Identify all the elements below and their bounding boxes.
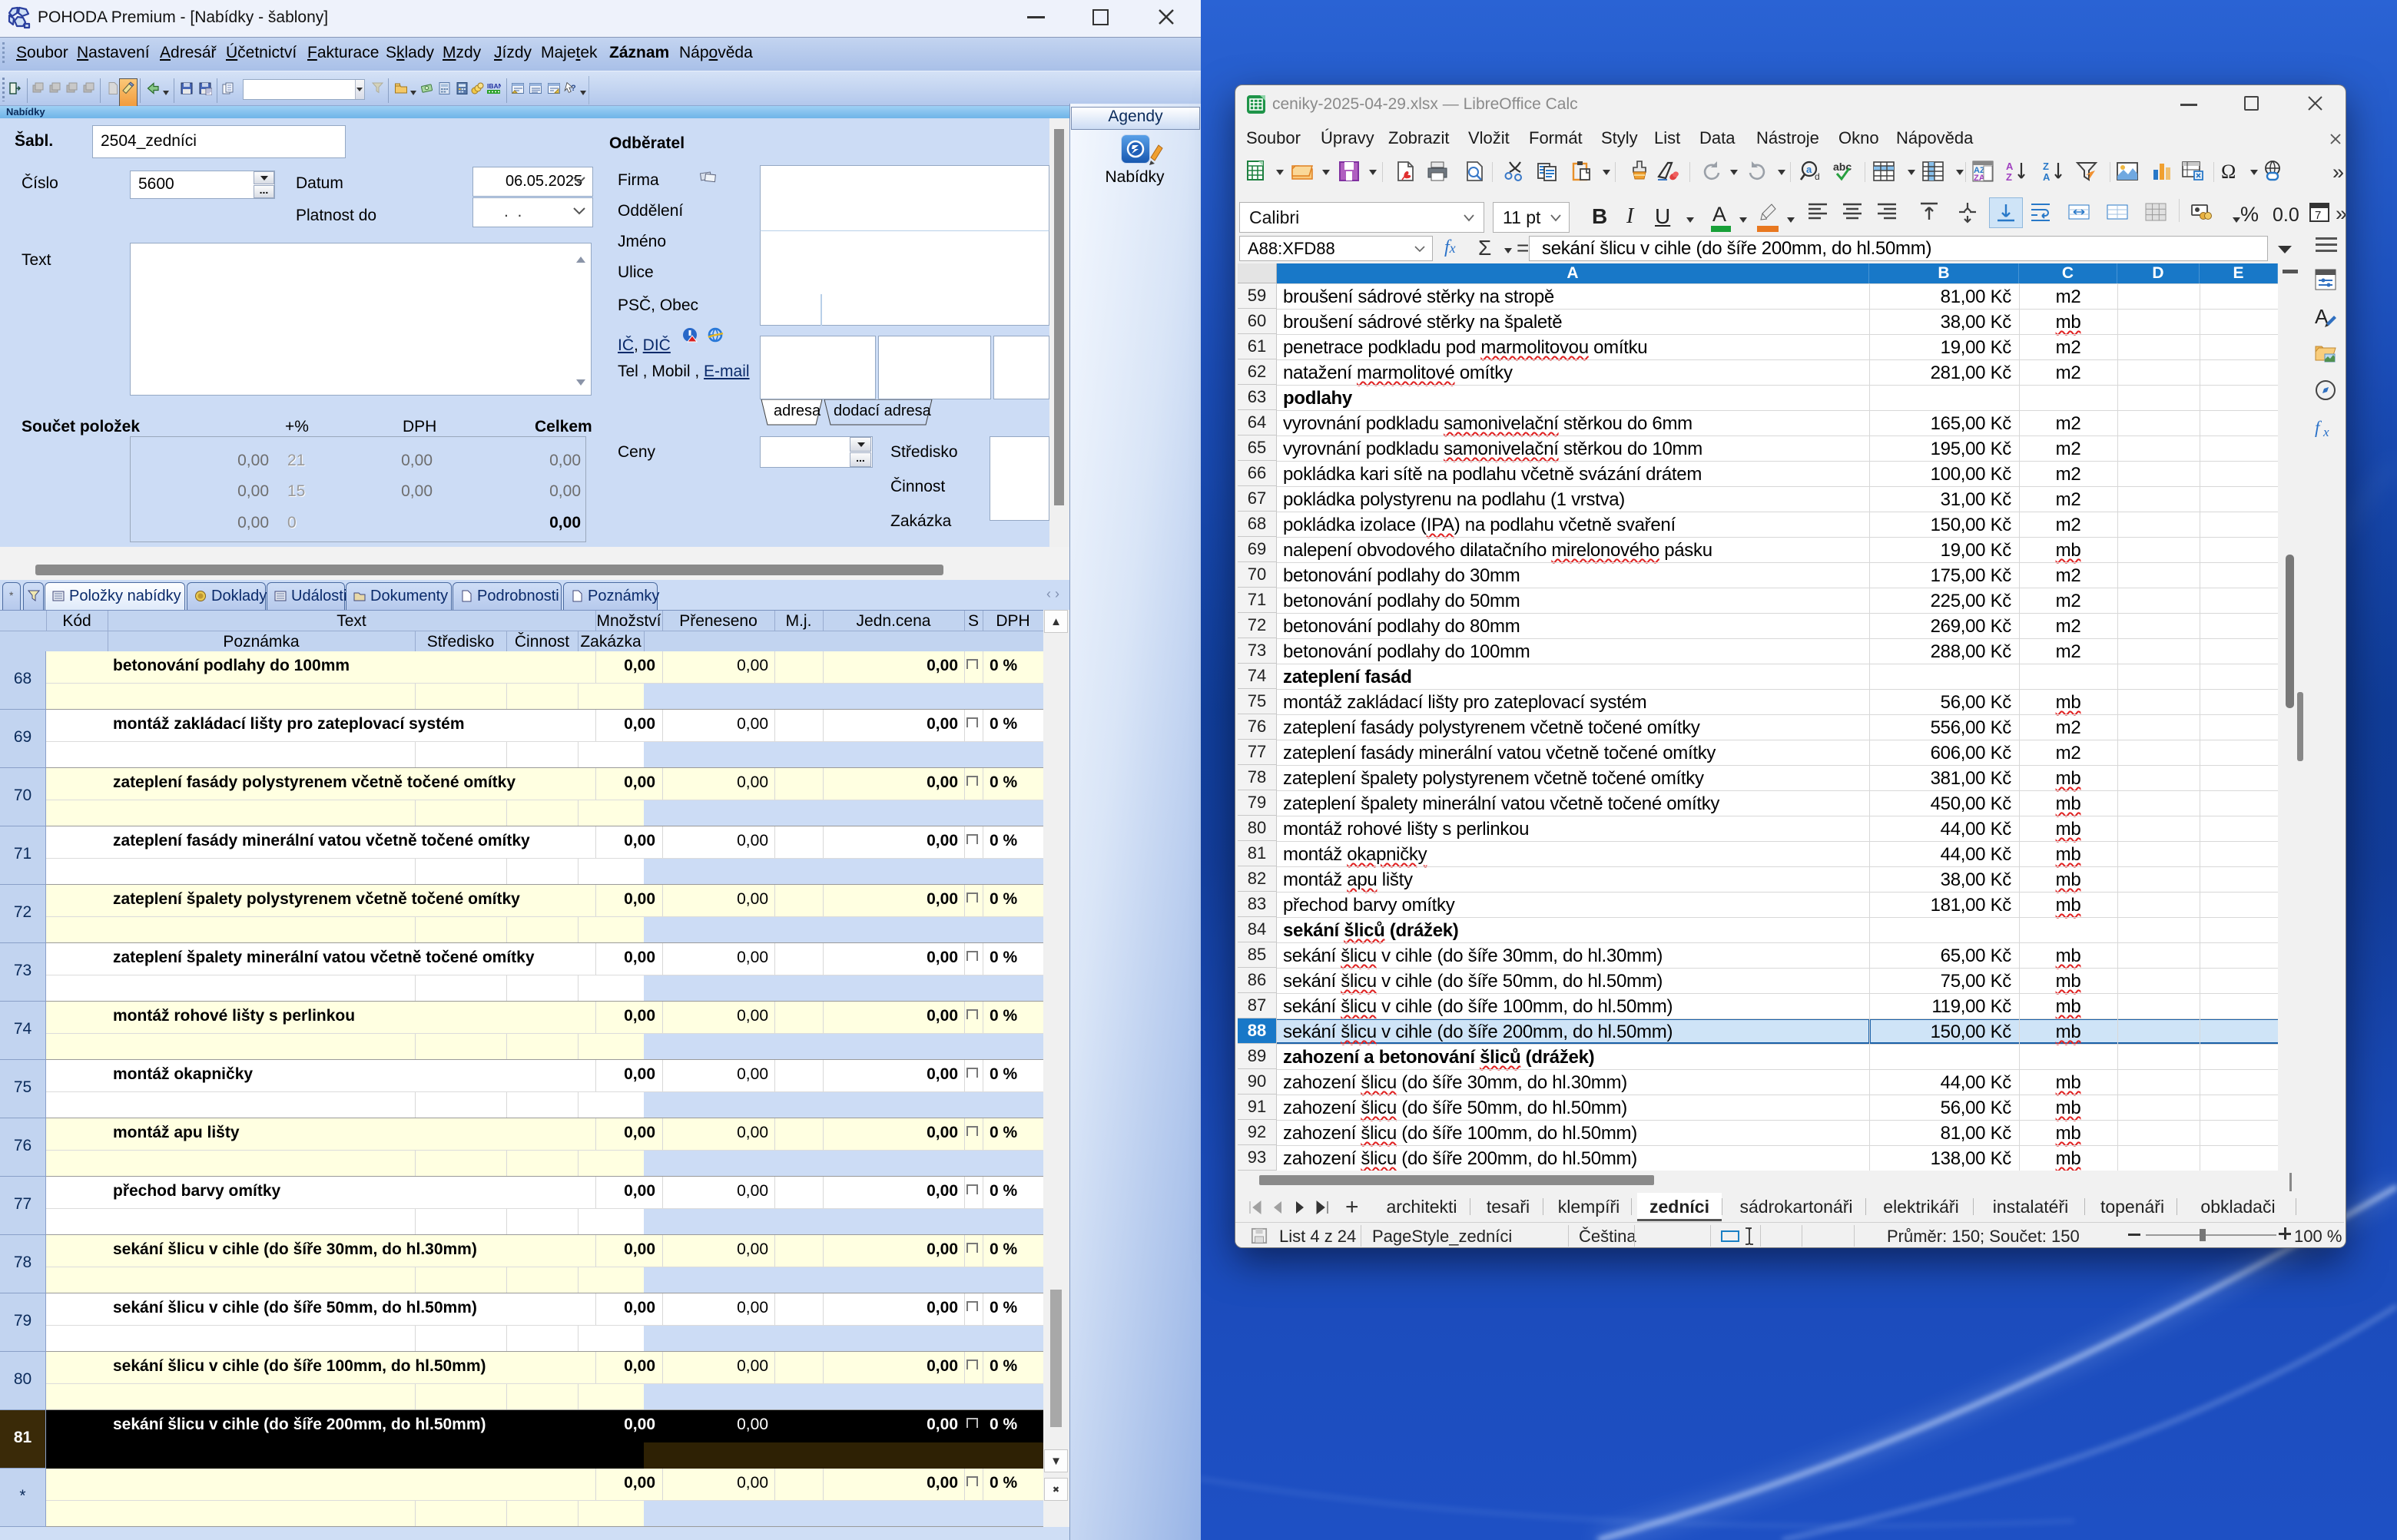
svg-text:7: 7 [2315, 209, 2321, 222]
svg-text:abc: abc [1833, 161, 1852, 173]
svg-text:IBAN: IBAN [487, 82, 501, 90]
svg-text:Z: Z [2006, 171, 2012, 183]
svg-text:A: A [2043, 171, 2051, 183]
svg-text:A: A [2006, 161, 2014, 172]
svg-text:Ω: Ω [2221, 161, 2236, 183]
svg-text:?: ? [571, 84, 576, 93]
svg-text:d: d [1815, 171, 1820, 182]
svg-text:Z: Z [2043, 161, 2049, 172]
svg-text:f: f [2315, 418, 2322, 437]
svg-text:x: x [2322, 425, 2329, 439]
svg-text:a: a [1806, 164, 1812, 175]
